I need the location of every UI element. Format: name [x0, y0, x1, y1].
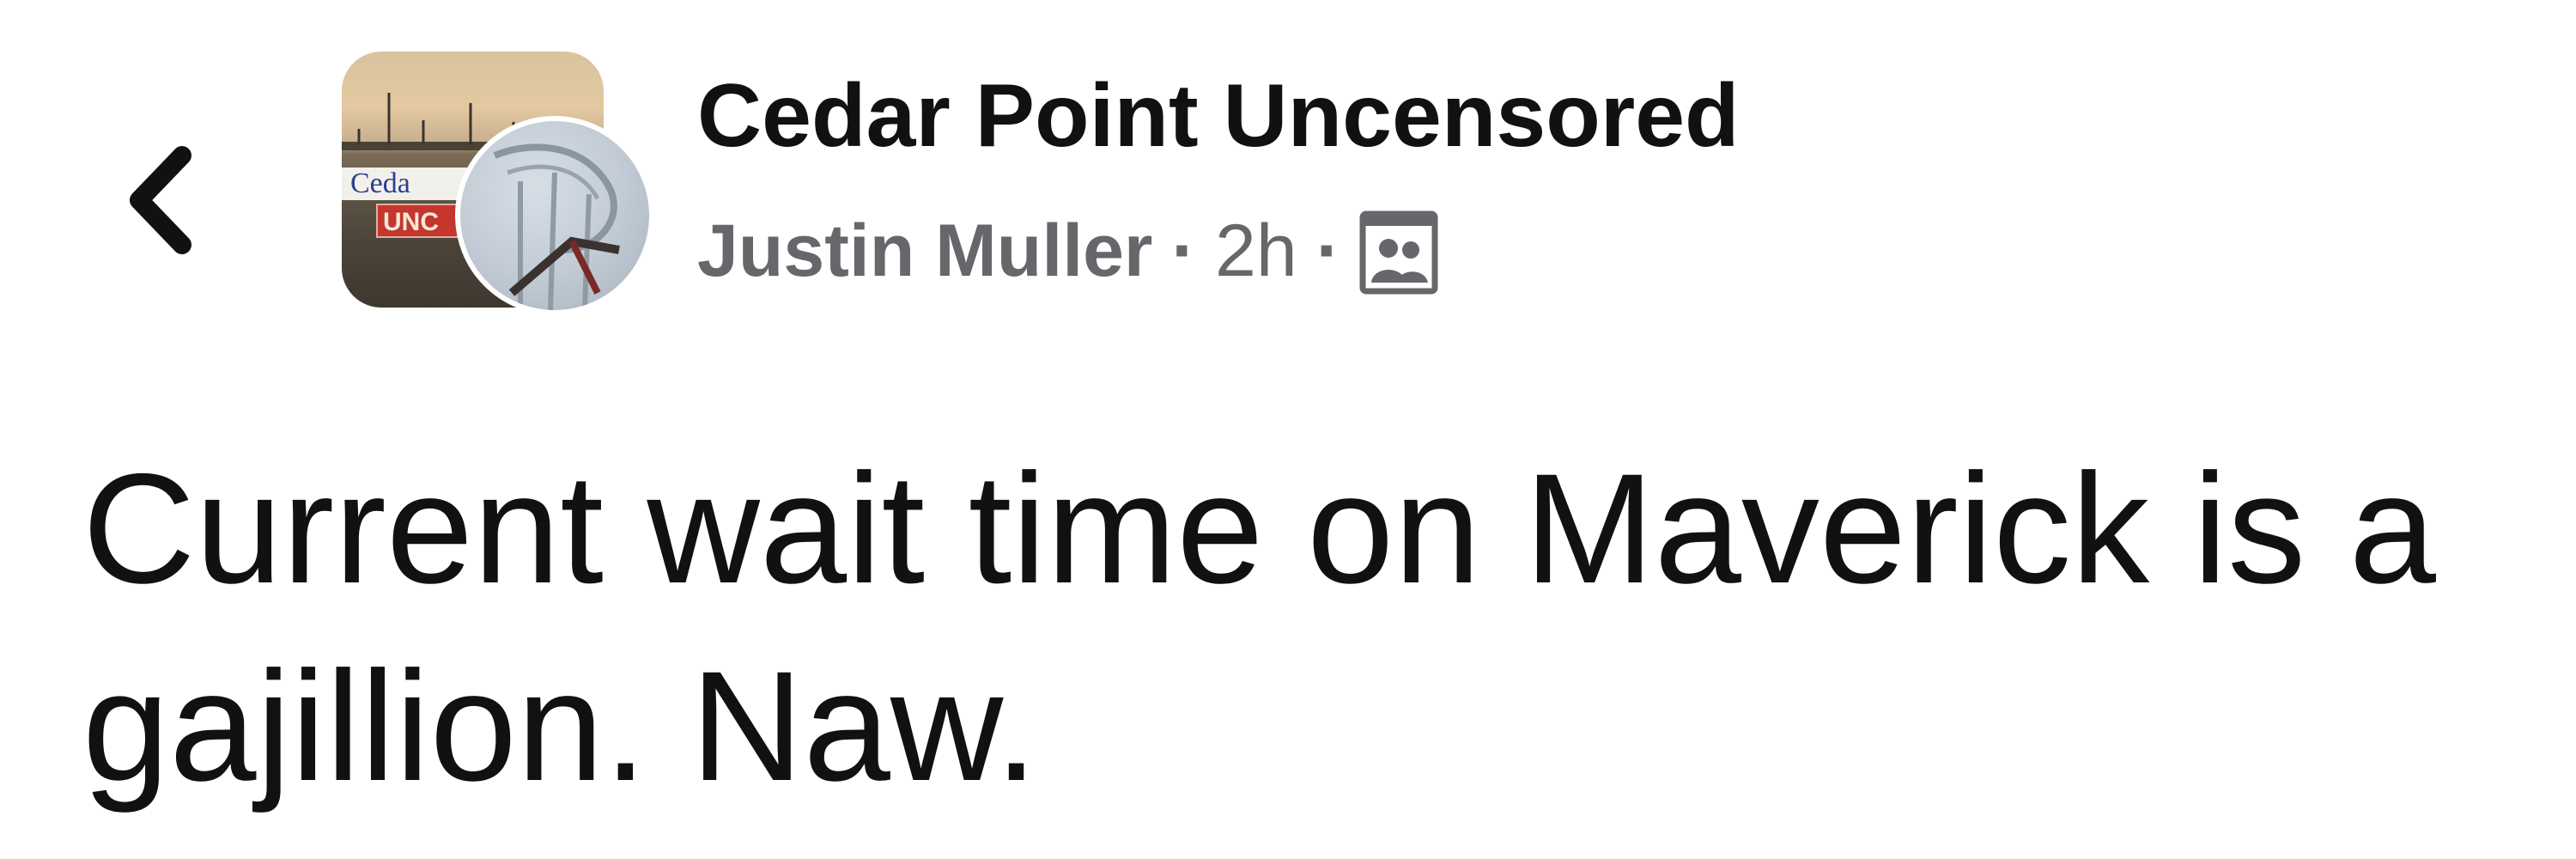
meta-separator: · [1315, 209, 1341, 292]
avatar-sign-top: Ceda [342, 168, 471, 200]
chevron-left-icon [130, 146, 191, 254]
meta-separator: · [1171, 209, 1197, 292]
back-button[interactable] [112, 127, 206, 273]
roller-coaster-illustration [493, 143, 620, 310]
group-members-icon[interactable] [1359, 207, 1438, 295]
post-view: Ceda UNC Cedar Point Uncensored Justin M… [0, 0, 2576, 859]
avatar-sign: Ceda UNC [342, 168, 471, 238]
post-body-text: Current wait time on Maverick is a gajil… [82, 441, 2436, 813]
author-avatar[interactable] [455, 116, 654, 315]
post-timestamp[interactable]: 2h [1215, 209, 1297, 294]
post-meta: Justin Muller · 2h · [697, 199, 1438, 302]
group-name[interactable]: Cedar Point Uncensored [697, 60, 1740, 172]
author-name[interactable]: Justin Muller [697, 209, 1152, 294]
